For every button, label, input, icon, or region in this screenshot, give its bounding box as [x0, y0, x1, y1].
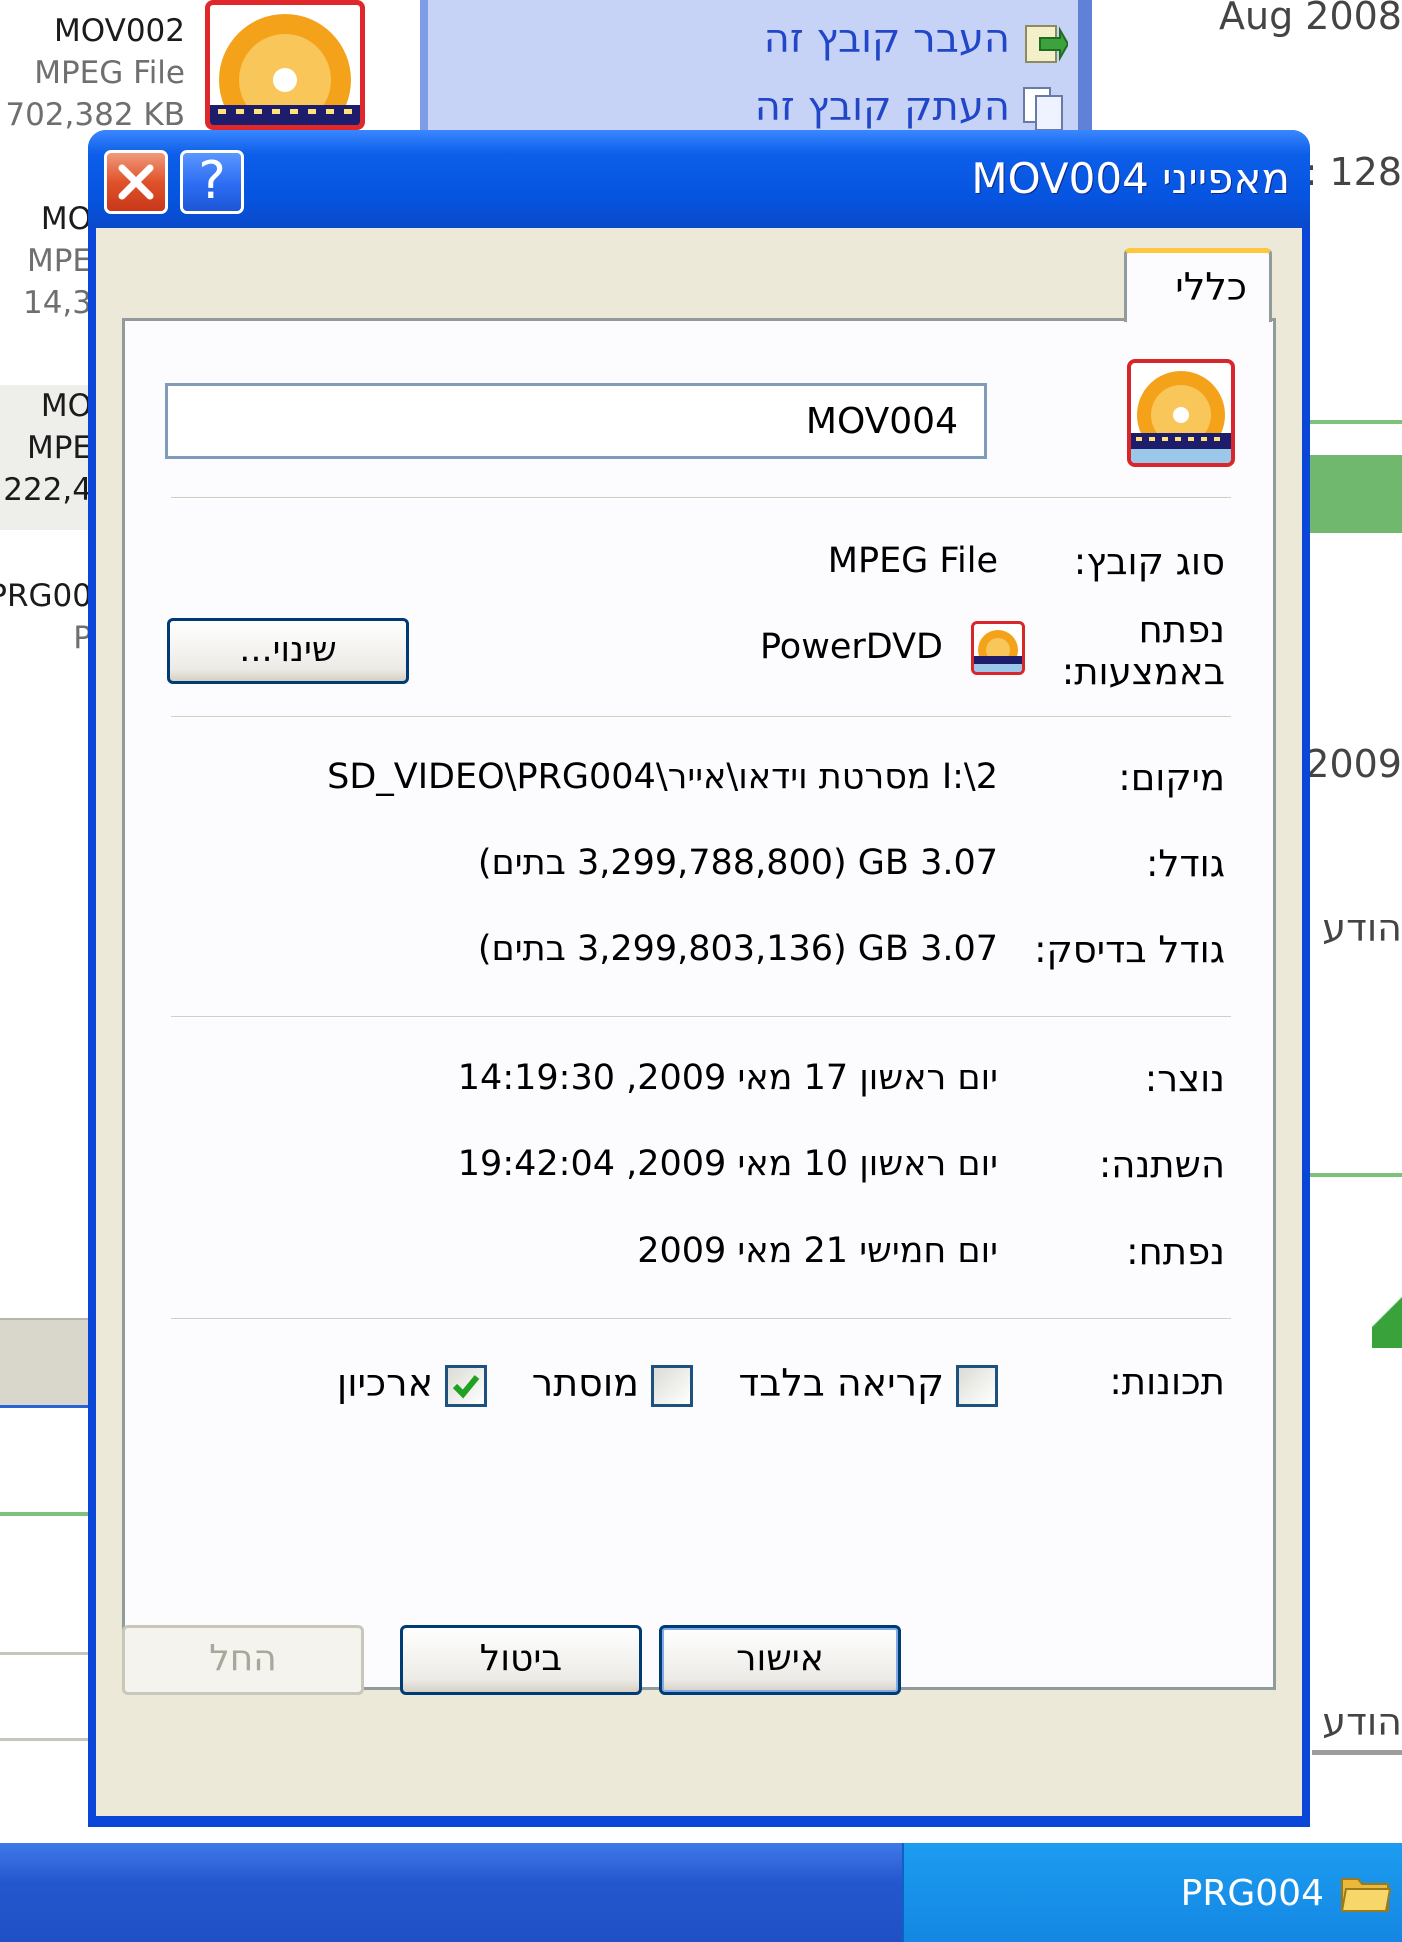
mpeg-file-icon	[1127, 359, 1235, 467]
file-item[interactable]: PRG00 P	[0, 575, 92, 659]
dialog-title: מאפייני MOV004	[971, 154, 1290, 203]
file-item-type: MPEG File	[34, 55, 185, 91]
opens-with-value: PowerDVD	[759, 627, 943, 667]
close-button[interactable]	[104, 150, 168, 214]
attributes-label: תכונות:	[1109, 1360, 1225, 1403]
hidden-checkbox[interactable]: מוסתר	[513, 1361, 693, 1411]
apply-button[interactable]: החל	[122, 1625, 364, 1695]
file-item-name: MO	[40, 201, 92, 237]
size-on-disk-label: גודל בדיסק:	[1034, 928, 1225, 971]
task-label: העתק קובץ זה	[754, 84, 1010, 130]
separator	[171, 716, 1231, 718]
general-tab-panel: סוג קובץ: MPEG File נפתח באמצעות: PowerD…	[122, 318, 1276, 1690]
modified-value: יום ראשון 10 מאי 2009, 19:42:04	[457, 1144, 998, 1184]
separator	[171, 497, 1231, 499]
size-on-disk-value: 3.07 GB (3,299,803,136 בתים)	[477, 929, 998, 969]
created-label: נוצר:	[1144, 1057, 1225, 1100]
tab-label: כללי	[1175, 265, 1247, 309]
separator	[171, 1016, 1231, 1018]
file-item-mov002[interactable]: MOV002 MPEG File 702,382 KB	[5, 10, 185, 136]
dialog-client: כללי סוג קובץ: MPEG File נפתח באמצעות:	[96, 228, 1302, 1816]
divider	[0, 1738, 102, 1741]
file-item-name: MO	[40, 388, 92, 424]
opens-with-label: נפתח באמצעות:	[1061, 608, 1225, 693]
divider	[1302, 1173, 1402, 1177]
file-type-value: MPEG File	[827, 541, 998, 581]
file-item-name: PRG00	[0, 578, 92, 614]
file-name-input[interactable]	[165, 383, 987, 459]
arrow-icon	[1372, 1278, 1402, 1348]
divider	[1312, 1750, 1402, 1755]
copy-file-icon	[1020, 84, 1068, 132]
size-label: גודל:	[1145, 842, 1225, 885]
archive-checkbox[interactable]: ארכיון	[307, 1361, 487, 1411]
created-value: יום ראשון 17 מאי 2009, 14:19:30	[457, 1058, 998, 1098]
divider	[0, 1512, 102, 1516]
modified-label: השתנה:	[1098, 1143, 1225, 1186]
file-type-label: סוג קובץ:	[1073, 540, 1225, 583]
tab-general[interactable]: כללי	[1124, 248, 1272, 322]
file-item[interactable]: MO MPE 222,4	[3, 385, 92, 511]
taskbar-window-label: PRG004	[1180, 1873, 1324, 1914]
help-icon: ?	[198, 151, 226, 211]
accessed-label: נפתח:	[1126, 1230, 1225, 1273]
taskbar: PRG004	[0, 1843, 1402, 1942]
file-item-name: MOV002	[54, 13, 185, 49]
file-item-size: 14,3	[22, 285, 92, 321]
move-file-icon	[1020, 18, 1070, 66]
properties-dialog: מאפייני MOV004 ? כללי MOV004 סוג קובץ: M…	[88, 130, 1310, 1827]
checkmark-icon	[452, 1375, 480, 1399]
accessed-value: יום חמישי 21 מאי 2009	[637, 1231, 998, 1271]
cancel-button[interactable]: ביטול	[400, 1625, 642, 1695]
divider	[1302, 420, 1402, 424]
details-text: 128 :	[1304, 150, 1402, 194]
change-button[interactable]: שינוי...	[167, 618, 409, 684]
explorer-bottom-strip	[0, 1318, 102, 1408]
folder-icon	[1340, 1871, 1392, 1913]
archive-checkbox-box[interactable]	[445, 1365, 487, 1407]
separator	[171, 1318, 1231, 1320]
mpeg-file-icon[interactable]	[205, 0, 365, 130]
close-icon	[118, 164, 154, 200]
file-item[interactable]: MO MPE 14,3	[23, 198, 92, 324]
hidden-checkbox-box[interactable]	[651, 1365, 693, 1407]
size-value: 3.07 GB (3,299,788,800 בתים)	[477, 843, 998, 883]
location-value: I:\2 מסרטת וידאו\אייר\SD_VIDEO\PRG004	[327, 757, 998, 797]
file-item-type: MPE	[26, 243, 92, 279]
read-only-checkbox-box[interactable]	[956, 1365, 998, 1407]
details-text: 2009	[1305, 742, 1402, 786]
task-move-file[interactable]: העבר קובץ זה	[764, 16, 1010, 62]
details-text: הודע	[1322, 906, 1402, 950]
file-item-type: MPE	[26, 430, 92, 466]
task-copy-file[interactable]: העתק קובץ זה	[755, 84, 1010, 130]
details-text: Aug 2008	[1219, 0, 1402, 38]
details-text: הודע	[1322, 1700, 1402, 1744]
task-pane: העבר קובץ זה העתק קובץ זה	[420, 0, 1092, 135]
file-item-size: 222,4	[3, 472, 92, 508]
divider	[0, 1652, 102, 1655]
powerdvd-icon	[971, 621, 1025, 675]
read-only-checkbox-label: קריאה בלבד	[738, 1361, 945, 1405]
location-label: מיקום:	[1118, 756, 1225, 799]
task-label: העבר קובץ זה	[763, 16, 1010, 62]
file-item-type: P	[73, 620, 92, 656]
taskbar-window-button[interactable]: PRG004	[902, 1843, 1402, 1942]
help-button[interactable]: ?	[180, 150, 244, 214]
progress-band	[1302, 455, 1402, 533]
dialog-titlebar[interactable]: מאפייני MOV004 ?	[88, 130, 1310, 228]
hidden-checkbox-label: מוסתר	[531, 1361, 639, 1405]
archive-checkbox-label: ארכיון	[336, 1361, 433, 1405]
read-only-checkbox[interactable]: קריאה בלבד	[708, 1361, 998, 1411]
ok-button[interactable]: אישור	[659, 1625, 901, 1695]
